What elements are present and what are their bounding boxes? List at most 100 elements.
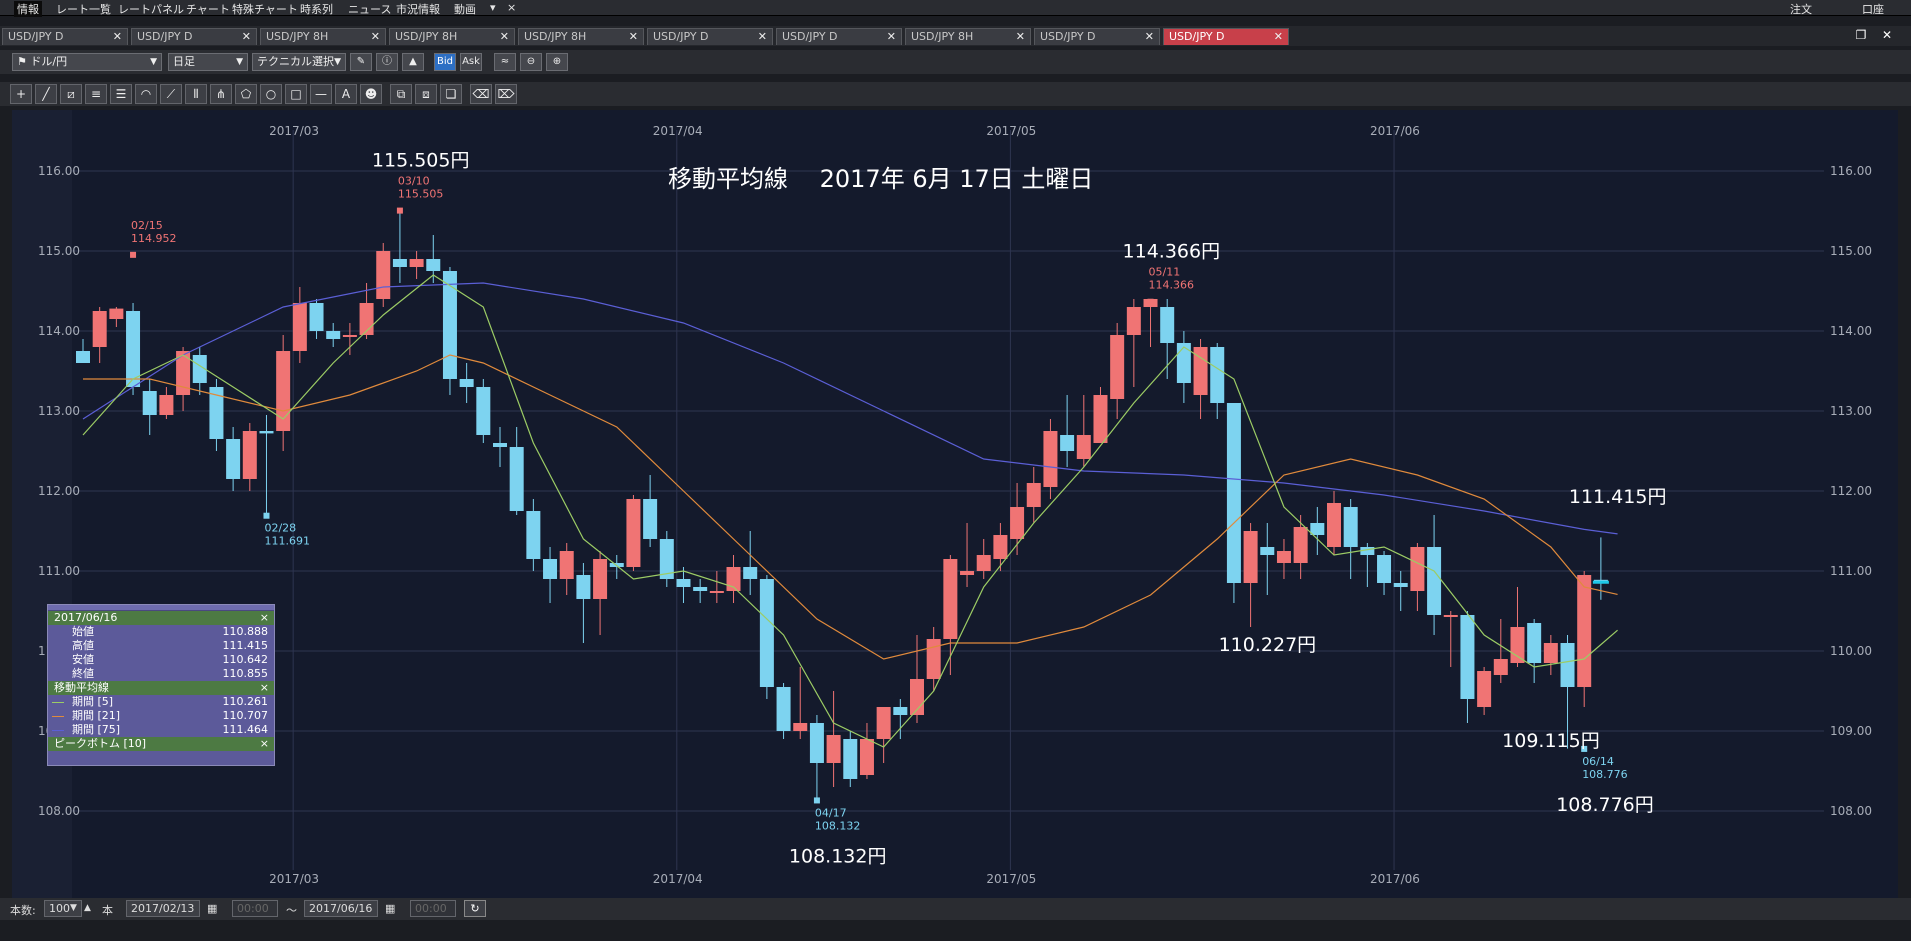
- candle-body[interactable]: [259, 431, 274, 434]
- close-window-icon[interactable]: ✕: [1878, 28, 1896, 43]
- eraser-icon[interactable]: ⌫: [470, 84, 492, 104]
- close-tab-icon[interactable]: ✕: [242, 29, 251, 45]
- close-tab-icon[interactable]: ✕: [113, 29, 122, 45]
- candle-body[interactable]: [1493, 659, 1508, 675]
- candle-body[interactable]: [1226, 403, 1241, 583]
- candle-body[interactable]: [1243, 531, 1258, 583]
- candle-body[interactable]: [1543, 643, 1558, 663]
- close-tab-icon[interactable]: ✕: [500, 29, 509, 45]
- fib-arc-icon[interactable]: ◠: [135, 84, 157, 104]
- to-time-field[interactable]: 00:00: [410, 900, 456, 917]
- candle-body[interactable]: [326, 331, 341, 339]
- menu-item-2[interactable]: レートパネル: [118, 1, 184, 17]
- chart-tab[interactable]: USD/JPY D ✕: [647, 28, 773, 45]
- candle-body[interactable]: [376, 251, 391, 299]
- candle-body[interactable]: [1460, 615, 1475, 699]
- candle-body[interactable]: [1477, 671, 1492, 707]
- candle-body[interactable]: [643, 499, 658, 539]
- candle-body[interactable]: [576, 575, 591, 599]
- close-tab-icon[interactable]: ✕: [887, 29, 896, 45]
- candle-body[interactable]: [459, 379, 474, 387]
- candle-body[interactable]: [843, 739, 858, 779]
- close-icon[interactable]: ×: [260, 681, 269, 695]
- stamp-icon[interactable]: ☻: [360, 84, 382, 104]
- chart-tab[interactable]: USD/JPY D ✕: [776, 28, 902, 45]
- close-tab-icon[interactable]: ✕: [758, 29, 767, 45]
- candle-body[interactable]: [1560, 643, 1575, 687]
- chart-tab[interactable]: USD/JPY D ✕: [1163, 28, 1289, 45]
- account-menu[interactable]: 口座: [1862, 1, 1884, 17]
- candle-body[interactable]: [392, 259, 407, 267]
- menu-item-7[interactable]: 市況情報: [396, 1, 440, 17]
- candle-body[interactable]: [1210, 347, 1225, 403]
- ask-button[interactable]: Ask: [460, 53, 482, 71]
- candle-body[interactable]: [442, 271, 457, 379]
- candle-body[interactable]: [893, 707, 908, 715]
- hlines-icon[interactable]: ≡: [85, 84, 107, 104]
- copy-icon[interactable]: ⧉: [390, 84, 412, 104]
- candle-body[interactable]: [876, 707, 891, 739]
- candle-body[interactable]: [1343, 507, 1358, 547]
- candle-body[interactable]: [1060, 435, 1075, 451]
- pen-icon[interactable]: ✎: [350, 53, 372, 71]
- eraser-all-icon[interactable]: ⌦: [495, 84, 517, 104]
- candle-body[interactable]: [1393, 583, 1408, 587]
- candle-body[interactable]: [976, 555, 991, 571]
- bid-button[interactable]: Bid: [434, 53, 456, 71]
- to-date-field[interactable]: 2017/06/16: [304, 900, 378, 917]
- candle-body[interactable]: [543, 559, 558, 579]
- candle-body[interactable]: [1160, 307, 1175, 343]
- menu-item-4[interactable]: 特殊チャート: [232, 1, 298, 17]
- from-time-field[interactable]: 00:00: [232, 900, 278, 917]
- candle-body[interactable]: [1126, 307, 1141, 335]
- candle-body[interactable]: [1377, 555, 1392, 583]
- text-icon[interactable]: A: [335, 84, 357, 104]
- close-tab-icon[interactable]: ✕: [1274, 29, 1283, 45]
- candle-body[interactable]: [926, 639, 941, 679]
- chart-tab[interactable]: USD/JPY 8H ✕: [518, 28, 644, 45]
- candle-body[interactable]: [76, 351, 90, 363]
- close-tab-icon[interactable]: ✕: [629, 29, 638, 45]
- candle-body[interactable]: [593, 559, 608, 599]
- candle-body[interactable]: [993, 535, 1008, 559]
- candle-body[interactable]: [676, 579, 691, 587]
- chart-tab[interactable]: USD/JPY D ✕: [1034, 28, 1160, 45]
- area-chart-icon[interactable]: ▲: [402, 53, 424, 71]
- candle-body[interactable]: [709, 591, 724, 593]
- candle-body[interactable]: [142, 391, 157, 415]
- pitchfork-icon[interactable]: ⋔: [210, 84, 232, 104]
- chart-tab[interactable]: USD/JPY 8H ✕: [389, 28, 515, 45]
- crosshair-icon[interactable]: +: [10, 84, 32, 104]
- candle-body[interactable]: [509, 447, 524, 511]
- ruler-icon[interactable]: ⧄: [60, 84, 82, 104]
- candle-body[interactable]: [793, 723, 808, 731]
- horizontal-line-icon[interactable]: —: [310, 84, 332, 104]
- candle-body[interactable]: [226, 439, 241, 479]
- candlestick-chart[interactable]: 116.00 116.00 115.00 115.00 114.00 114.00 113.…: [12, 110, 1898, 898]
- candle-body[interactable]: [776, 687, 791, 731]
- menu-item-8[interactable]: 動画: [454, 1, 476, 17]
- zoom-in-icon[interactable]: ⊕: [546, 53, 568, 71]
- candle-body[interactable]: [526, 511, 541, 559]
- candle-body[interactable]: [1076, 435, 1091, 459]
- wave-icon[interactable]: ≈: [494, 53, 516, 71]
- candle-body[interactable]: [159, 395, 174, 415]
- menu-item-6[interactable]: ニュース: [348, 1, 391, 17]
- candle-body[interactable]: [476, 387, 491, 435]
- candle-body[interactable]: [92, 311, 107, 347]
- candle-body[interactable]: [626, 499, 641, 567]
- candle-body[interactable]: [943, 559, 958, 639]
- data-window[interactable]: 2017/06/16 × 始値 110.888 高値 111.415 安値 110.642…: [47, 604, 275, 766]
- calendar-icon[interactable]: ▦: [207, 902, 217, 915]
- fan-icon[interactable]: ⟋: [160, 84, 182, 104]
- chart-tab[interactable]: USD/JPY D ✕: [2, 28, 128, 45]
- close-icon[interactable]: ×: [260, 611, 269, 625]
- candle-body[interactable]: [743, 567, 758, 579]
- candle-body[interactable]: [292, 303, 307, 351]
- candle-body[interactable]: [809, 723, 824, 763]
- chart-area[interactable]: 116.00 116.00 115.00 115.00 114.00 114.00 113.…: [12, 110, 1898, 898]
- candle-body[interactable]: [409, 259, 424, 267]
- trendline-icon[interactable]: ╱: [35, 84, 57, 104]
- rectangle-icon[interactable]: □: [285, 84, 307, 104]
- candle-body[interactable]: [1510, 627, 1525, 663]
